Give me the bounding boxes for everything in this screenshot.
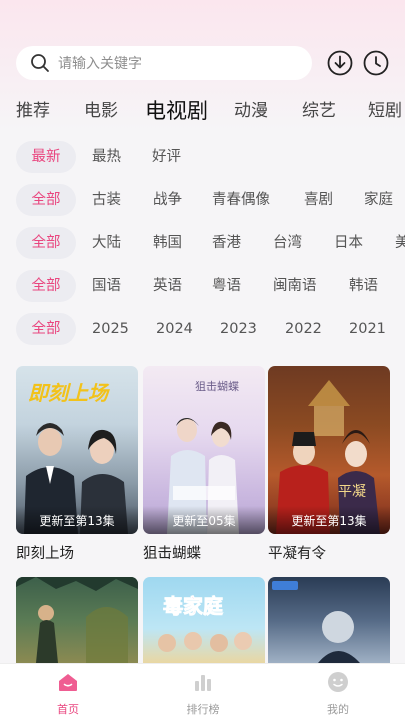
poster-logo: 狙击蝴蝶 [195,379,239,393]
chip-year-2021[interactable]: 2021 [349,313,386,345]
download-button[interactable] [326,49,354,77]
header: 请输入关键字 [0,46,405,80]
category-tabs: 推荐 电影 电视剧 动漫 综艺 短剧 [0,94,405,128]
chip-lang-cantonese[interactable]: 粤语 [212,270,241,302]
poster-art [16,577,138,663]
tab-short-drama[interactable]: 短剧 [368,94,402,128]
filter-row-year: 全部 2025 2024 2023 2022 2021 [0,313,405,345]
bottom-navigation: 首页 排行榜 我的 [0,663,405,720]
tab-anime[interactable]: 动漫 [234,94,268,128]
chip-region-usa[interactable]: 美 [395,227,405,259]
chip-year-2023[interactable]: 2023 [220,313,257,345]
episode-status: 更新至第13集 [268,506,390,534]
poster-logo: 毒家庭 [163,594,223,618]
chip-lang-english[interactable]: 英语 [153,270,182,302]
nav-profile[interactable]: 我的 [298,670,378,717]
nav-ranking-label: 排行榜 [186,703,220,716]
tab-recommend[interactable]: 推荐 [16,94,50,128]
show-card[interactable]: 平凝 更新至第13集 平凝有令 [268,366,390,563]
show-card[interactable] [16,577,138,663]
poster: 毒家庭 [143,577,265,663]
chip-year-all[interactable]: 全部 [16,313,76,345]
chip-region-hongkong[interactable]: 香港 [212,227,241,259]
chip-lang-korean[interactable]: 韩语 [349,270,378,302]
search-icon [31,54,49,72]
tab-variety[interactable]: 综艺 [302,94,336,128]
chip-genre-all[interactable]: 全部 [16,184,76,216]
nav-profile-label: 我的 [327,703,349,716]
chip-lang-all[interactable]: 全部 [16,270,76,302]
poster: 即刻上场 更新至第13集 [16,366,138,534]
chip-sort-latest[interactable]: 最新 [16,141,76,173]
tab-movie[interactable]: 电影 [84,94,118,128]
show-card[interactable] [268,577,390,663]
poster [16,577,138,663]
nav-home[interactable]: 首页 [28,670,108,717]
profile-icon [328,672,348,692]
chip-region-japan[interactable]: 日本 [334,227,363,259]
chip-region-taiwan[interactable]: 台湾 [273,227,302,259]
chip-year-2025[interactable]: 2025 [92,313,129,345]
chip-region-all[interactable]: 全部 [16,227,76,259]
search-placeholder: 请输入关键字 [58,56,142,72]
chip-sort-hot[interactable]: 最热 [92,141,121,173]
show-title: 狙击蝴蝶 [143,546,201,562]
chip-lang-mandarin[interactable]: 国语 [92,270,121,302]
poster: 平凝 更新至第13集 [268,366,390,534]
chip-year-2024[interactable]: 2024 [156,313,193,345]
chip-genre-costume[interactable]: 古装 [92,184,121,216]
show-card[interactable]: 毒家庭 [143,577,265,663]
search-bar[interactable]: 请输入关键字 [16,46,312,80]
filter-row-genre: 全部 古装 战争 青春偶像 喜剧 家庭 [0,184,405,216]
chip-lang-hokkien[interactable]: 闽南语 [273,270,317,302]
download-icon [327,50,353,76]
chip-sort-rating[interactable]: 好评 [152,141,181,173]
nav-ranking[interactable]: 排行榜 [163,670,243,717]
history-button[interactable] [362,49,390,77]
chip-year-2022[interactable]: 2022 [285,313,322,345]
nav-home-label: 首页 [57,703,79,716]
bar-chart-icon [195,675,211,691]
poster [268,577,390,663]
chip-genre-family[interactable]: 家庭 [364,184,393,216]
poster-art [272,581,360,663]
filter-row-region: 全部 大陆 韩国 香港 台湾 日本 美 [0,227,405,259]
chip-genre-war[interactable]: 战争 [153,184,182,216]
chip-region-mainland[interactable]: 大陆 [92,227,121,259]
clock-icon [363,50,389,76]
tab-tv-series[interactable]: 电视剧 [145,94,208,128]
poster: 狙击蝴蝶 更新至05集 [143,366,265,534]
show-card[interactable]: 狙击蝴蝶 更新至05集 狙击蝴蝶 [143,366,265,563]
chip-genre-comedy[interactable]: 喜剧 [304,184,333,216]
filter-row-sort: 最新 最热 好评 [0,141,405,173]
poster-art: 毒家庭 [158,594,252,652]
show-title: 平凝有令 [268,546,326,562]
show-title: 即刻上场 [16,546,74,562]
chip-genre-youth[interactable]: 青春偶像 [212,184,270,216]
poster-logo: 平凝 [338,484,366,500]
chip-region-korea[interactable]: 韩国 [153,227,182,259]
home-icon [59,674,77,691]
episode-status: 更新至第13集 [16,506,138,534]
show-card[interactable]: 即刻上场 更新至第13集 即刻上场 [16,366,138,563]
poster-logo: 即刻上场 [28,381,110,405]
episode-status: 更新至05集 [143,506,265,534]
filter-row-language: 全部 国语 英语 粤语 闽南语 韩语 [0,270,405,302]
